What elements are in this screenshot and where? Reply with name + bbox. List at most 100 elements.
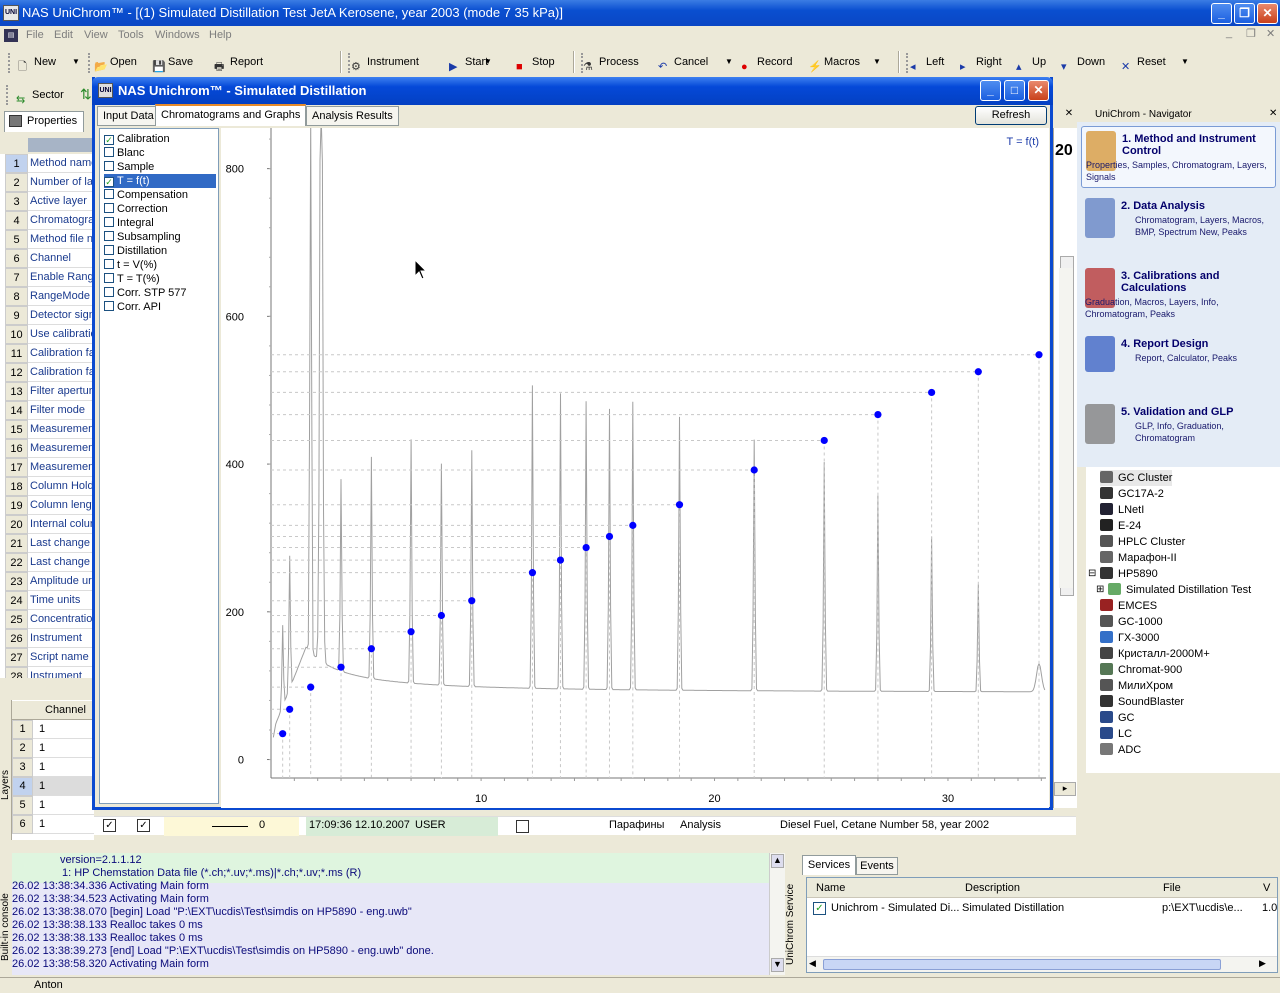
checkbox-icon[interactable] (104, 245, 114, 255)
checkbox-checked-icon[interactable]: ✓ (104, 177, 114, 187)
property-name[interactable]: Method file n (28, 230, 94, 249)
checkbox-icon[interactable] (104, 231, 114, 241)
tab-properties[interactable]: Properties (4, 111, 84, 132)
channel-cell[interactable]: 1 (33, 739, 94, 758)
checkbox-icon[interactable] (104, 301, 114, 311)
cancel-button[interactable]: ↶ Cancel (656, 51, 708, 73)
graph-option-item[interactable]: Subsampling (104, 230, 181, 244)
property-name[interactable]: Measuremen (28, 458, 94, 477)
property-name[interactable]: Chromatogra (28, 211, 94, 230)
refresh-button[interactable]: Refresh (975, 106, 1047, 125)
report-button[interactable]: 🖶 Report (212, 51, 263, 73)
property-row-number[interactable]: 3 (5, 192, 28, 211)
tree-node[interactable]: ГХ-3000 (1100, 630, 1159, 646)
expand-icon[interactable]: ⊞ (1096, 582, 1104, 598)
property-row-number[interactable]: 26 (5, 629, 28, 648)
graph-option-item[interactable]: Integral (104, 216, 154, 230)
property-name[interactable]: Calibration fa (28, 344, 94, 363)
macros-button[interactable]: ⚡ Macros (806, 51, 860, 73)
property-row-number[interactable]: 27 (5, 648, 28, 667)
graph-option-item[interactable]: Blanc (104, 146, 145, 160)
graph-option-item[interactable]: Corr. API (104, 300, 161, 314)
new-button[interactable]: 🗋 New (16, 51, 56, 73)
menu-windows[interactable]: Windows (155, 29, 200, 41)
mdi-minimize-icon[interactable]: _ (1226, 27, 1232, 39)
service-enabled-checkbox[interactable]: ✓ (813, 902, 826, 915)
col-file[interactable]: File (1163, 882, 1181, 894)
channel-row-number[interactable]: 1 (12, 720, 33, 739)
channel-cell[interactable]: 1 (33, 758, 94, 777)
checkbox-checked-icon[interactable]: ✓ (104, 135, 114, 145)
tree-node[interactable]: ADC (1100, 742, 1141, 758)
property-name[interactable]: Calibration fa (28, 363, 94, 382)
checkbox-icon[interactable] (104, 217, 114, 227)
navigator-close-icon[interactable]: ✕ (1269, 108, 1277, 119)
property-name[interactable]: Script name (28, 648, 94, 667)
tab-analysis-results[interactable]: Analysis Results (306, 106, 399, 126)
tree-node[interactable]: МилиХром (1100, 678, 1173, 694)
tree-node[interactable]: HPLC Cluster (1100, 534, 1185, 550)
toolbar-grip[interactable] (88, 53, 91, 73)
channel-cell[interactable]: 1 (33, 720, 94, 739)
tree-node[interactable]: GC17A-2 (1100, 486, 1164, 502)
reset-button[interactable]: ✕ Reset (1119, 51, 1166, 73)
property-row-number[interactable]: 22 (5, 553, 28, 572)
down-button[interactable]: ▾ Down (1059, 51, 1105, 73)
property-name[interactable]: Detector sign (28, 306, 94, 325)
menu-view[interactable]: View (84, 29, 108, 41)
toolbar-grip[interactable] (6, 85, 9, 105)
channel-row-number[interactable]: 4 (12, 777, 33, 796)
updown-arrows-icon[interactable]: ⇅ (80, 86, 92, 103)
property-row-number[interactable]: 15 (5, 420, 28, 439)
start-button[interactable]: ▶ Start (447, 51, 488, 73)
col-description[interactable]: Description (965, 882, 1020, 894)
checkbox-icon[interactable] (104, 161, 114, 171)
mdi-doc-icon[interactable]: ▤ (4, 29, 18, 42)
dialog-close-button[interactable]: ✕ (1028, 80, 1049, 101)
channel-row-number[interactable]: 2 (12, 739, 33, 758)
channel-cell[interactable]: 1 (33, 796, 94, 815)
tree-node[interactable]: ⊟ HP5890 (1088, 566, 1158, 582)
channel-cell[interactable]: 1 (33, 777, 94, 796)
menu-tools[interactable]: Tools (118, 29, 144, 41)
menu-file[interactable]: File (26, 29, 44, 41)
channel-cell[interactable]: 1 (33, 815, 94, 834)
toolbar-grip[interactable] (581, 53, 584, 73)
navigator-item[interactable]: 3. Calibrations and Calculations Graduati… (1081, 264, 1276, 322)
property-row-number[interactable]: 14 (5, 401, 28, 420)
property-row-number[interactable]: 6 (5, 249, 28, 268)
dialog-titlebar[interactable]: UNI NAS Unichrom™ - Simulated Distillati… (92, 77, 1053, 105)
property-row-number[interactable]: 21 (5, 534, 28, 553)
row-checkbox-2[interactable]: ✓ (137, 819, 150, 832)
dropdown-arrow-icon[interactable]: ▼ (72, 51, 80, 73)
property-name[interactable]: Channel (28, 249, 94, 268)
tree-node[interactable]: Марафон-II (1100, 550, 1177, 566)
checkbox-icon[interactable] (104, 203, 114, 213)
property-row-number[interactable]: 1 (5, 154, 28, 173)
property-name[interactable]: Measuremen (28, 439, 94, 458)
property-name[interactable]: Last change (28, 534, 94, 553)
property-row-number[interactable]: 25 (5, 610, 28, 629)
tree-node[interactable]: GC Cluster (1100, 470, 1173, 486)
property-row-number[interactable]: 16 (5, 439, 28, 458)
channel-row-extended[interactable]: ✓ ✓ 0 17:09:36 12.10.2007 USER Парафины … (94, 816, 1076, 836)
scroll-thumb[interactable] (823, 959, 1221, 970)
property-name[interactable]: Filter apertur (28, 382, 94, 401)
minimize-button[interactable]: _ (1211, 3, 1232, 24)
channel-row-number[interactable]: 3 (12, 758, 33, 777)
process-button[interactable]: ⚗ Process (581, 51, 639, 73)
close-button[interactable]: ✕ (1257, 3, 1278, 24)
panel-close-icon[interactable]: ✕ (1062, 108, 1076, 122)
graph-option-item[interactable]: ✓ Calibration (104, 132, 170, 146)
graph-option-item[interactable]: Compensation (104, 188, 188, 202)
tab-input-data[interactable]: Input Data (97, 106, 160, 126)
scroll-up-icon[interactable]: ▲ (771, 854, 784, 868)
toolbar-grip[interactable] (348, 53, 351, 73)
property-name[interactable]: Instrument (28, 667, 94, 678)
app-titlebar[interactable]: UNI NAS UniChrom™ - [(1) Simulated Disti… (0, 0, 1280, 26)
col-name[interactable]: Name (816, 882, 845, 894)
tree-node[interactable]: SoundBlaster (1100, 694, 1184, 710)
property-name[interactable]: Concentratio (28, 610, 94, 629)
graph-option-item[interactable]: Sample (104, 160, 154, 174)
sector-button[interactable]: ⇆ Sector (14, 84, 64, 106)
